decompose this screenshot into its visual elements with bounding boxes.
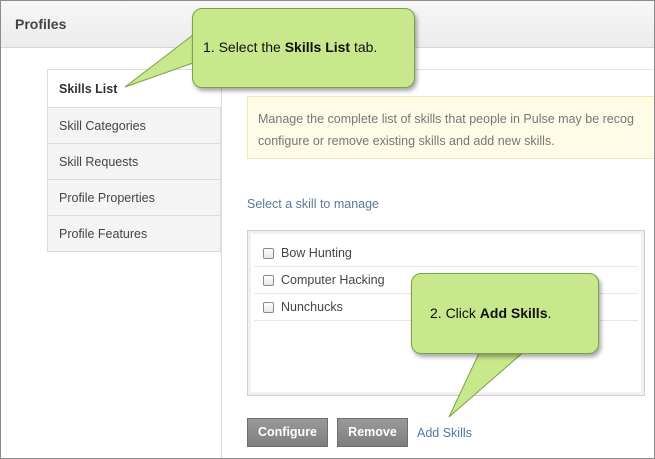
profile-tabs: Skills List Skill Categories Skill Reque…: [47, 69, 221, 252]
info-line-1: Manage the complete list of skills that …: [258, 112, 634, 126]
skill-checkbox[interactable]: [263, 275, 274, 286]
skill-checkbox[interactable]: [263, 302, 274, 313]
page-title: Profiles: [15, 16, 67, 32]
callout-2-suffix: .: [547, 305, 552, 321]
tab-skill-requests[interactable]: Skill Requests: [47, 143, 221, 179]
app-window: Profiles Skills List Skill Categories Sk…: [0, 0, 655, 459]
info-line-2: configure or remove existing skills and …: [258, 134, 555, 148]
callout-step-1: 1. Select the Skills List tab.: [192, 8, 415, 88]
tab-label: Skill Categories: [59, 119, 146, 133]
callout-1-bold: Skills List: [284, 39, 351, 55]
callout-step-2: 2. Click Add Skills.: [411, 273, 599, 354]
skill-checkbox[interactable]: [263, 248, 274, 259]
info-message: Manage the complete list of skills that …: [247, 96, 654, 159]
callout-1-suffix: tab.: [350, 39, 378, 55]
content-divider: [221, 69, 222, 458]
tab-profile-properties[interactable]: Profile Properties: [47, 179, 221, 215]
tab-skill-categories[interactable]: Skill Categories: [47, 107, 221, 143]
configure-button[interactable]: Configure: [247, 418, 328, 447]
add-skills-link[interactable]: Add Skills: [417, 426, 472, 440]
callout-2-bold: Add Skills: [479, 305, 548, 321]
tab-label: Skills List: [59, 82, 118, 96]
remove-button[interactable]: Remove: [337, 418, 408, 447]
callout-1-text: 1. Select the: [203, 39, 285, 55]
tab-label: Profile Properties: [59, 191, 155, 205]
list-item[interactable]: Bow Hunting: [254, 240, 638, 267]
select-skill-label: Select a skill to manage: [247, 197, 380, 211]
tab-label: Skill Requests: [59, 155, 139, 169]
tab-profile-features[interactable]: Profile Features: [47, 215, 221, 251]
tab-label: Profile Features: [59, 227, 148, 241]
callout-2-text: 2. Click: [430, 305, 480, 321]
skill-label: Nunchucks: [281, 300, 343, 314]
skill-label: Bow Hunting: [281, 246, 352, 260]
skill-label: Computer Hacking: [281, 273, 385, 287]
